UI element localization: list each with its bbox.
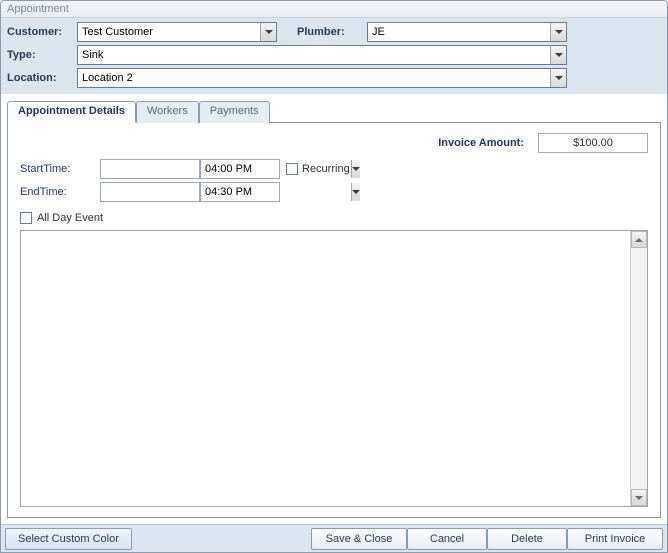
chevron-down-icon [555,53,563,57]
chevron-down-icon [635,496,643,500]
tab-workers[interactable]: Workers [136,101,199,123]
location-dropdown-button[interactable] [550,69,566,87]
tab-payments[interactable]: Payments [199,101,270,123]
recurring-checkbox[interactable] [286,163,298,175]
all-day-checkbox[interactable] [20,212,32,224]
cancel-button[interactable]: Cancel [407,528,487,550]
scroll-track-space[interactable] [631,248,647,489]
end-time-dropdown-button[interactable] [351,183,360,201]
tabs-area: Appointment Details Workers Payments Inv… [1,94,667,524]
plumber-input[interactable] [368,23,550,41]
scroll-down-button[interactable] [631,489,647,506]
start-time-label: StartTime: [20,163,100,175]
type-dropdown-button[interactable] [550,46,566,64]
invoice-row: Invoice Amount: $100.00 [20,133,648,153]
chevron-down-icon [265,30,273,34]
end-date-field[interactable] [100,182,200,202]
appointment-window: Appointment Customer: Plumber: Type: Loc… [0,0,668,553]
footer-toolbar: Select Custom Color Save & Close Cancel … [1,524,667,552]
window-title: Appointment [7,3,69,15]
invoice-amount-field[interactable]: $100.00 [538,133,648,153]
select-custom-color-button[interactable]: Select Custom Color [5,528,132,550]
chevron-down-icon [555,30,563,34]
delete-button[interactable]: Delete [487,528,567,550]
chevron-up-icon [635,238,643,242]
time-grid: StartTime: Recurring EndTime: [20,159,648,202]
type-input[interactable] [78,46,550,64]
window-titlebar: Appointment [1,1,667,18]
end-time-label: EndTime: [20,186,100,198]
customer-input[interactable] [78,23,260,41]
invoice-amount-value: $100.00 [573,137,613,149]
recurring-label: Recurring [302,163,350,175]
start-time-field[interactable] [200,159,280,179]
print-invoice-button[interactable]: Print Invoice [567,528,663,550]
end-time-field[interactable] [200,182,280,202]
customer-label: Customer: [7,26,77,38]
type-combo[interactable] [77,45,567,65]
plumber-dropdown-button[interactable] [550,23,566,41]
all-day-label: All Day Event [37,212,103,224]
chevron-down-icon [352,190,360,194]
plumber-combo[interactable] [367,22,567,42]
all-day-row: All Day Event [20,212,648,224]
plumber-label: Plumber: [297,26,367,38]
location-input[interactable] [78,69,550,87]
location-combo[interactable] [77,68,567,88]
notes-scrollbar[interactable] [630,231,647,506]
location-label: Location: [7,72,77,84]
invoice-amount-label: Invoice Amount: [438,137,524,149]
save-close-button[interactable]: Save & Close [311,528,407,550]
scroll-up-button[interactable] [631,231,647,248]
end-time-input[interactable] [201,183,351,201]
chevron-down-icon [555,76,563,80]
start-date-field[interactable] [100,159,200,179]
tabpanel-details: Invoice Amount: $100.00 StartTime: Recur… [7,122,661,518]
recurring-row: Recurring [286,163,648,175]
header-form: Customer: Plumber: Type: Location: [1,18,667,94]
tabstrip: Appointment Details Workers Payments [7,100,661,122]
customer-combo[interactable] [77,22,277,42]
type-label: Type: [7,49,77,61]
notes-textarea[interactable] [20,230,648,507]
tab-appointment-details[interactable]: Appointment Details [7,101,136,123]
customer-dropdown-button[interactable] [260,23,276,41]
